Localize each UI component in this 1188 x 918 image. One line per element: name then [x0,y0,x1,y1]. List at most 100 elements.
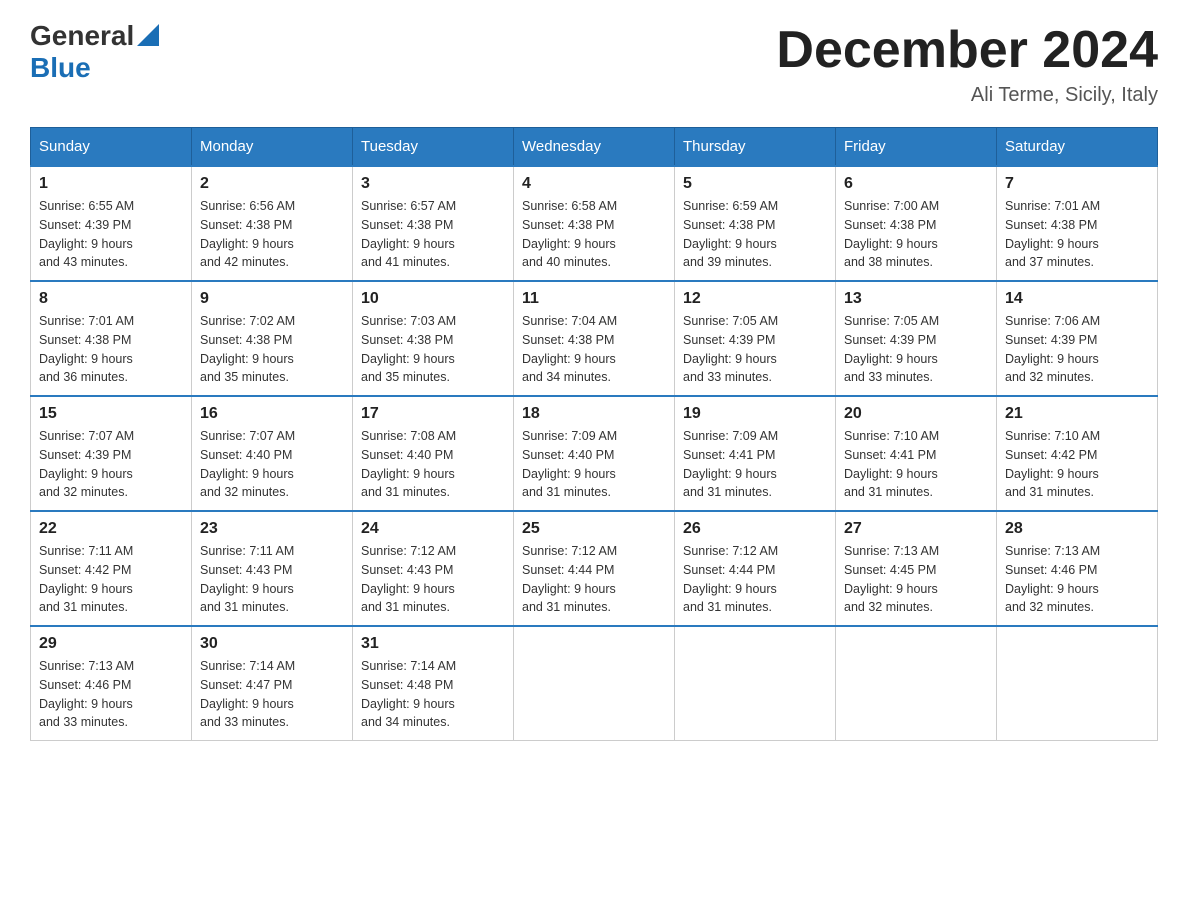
calendar-cell [997,626,1158,741]
calendar-week-4: 22Sunrise: 7:11 AMSunset: 4:42 PMDayligh… [31,511,1158,626]
day-info: Sunrise: 7:02 AMSunset: 4:38 PMDaylight:… [200,312,344,387]
day-info: Sunrise: 7:03 AMSunset: 4:38 PMDaylight:… [361,312,505,387]
day-info: Sunrise: 7:11 AMSunset: 4:43 PMDaylight:… [200,542,344,617]
day-number: 18 [522,405,666,423]
day-number: 14 [1005,290,1149,308]
page-header: General Blue December 2024 Ali Terme, Si… [30,20,1158,107]
logo-blue: Blue [30,52,91,83]
day-number: 26 [683,520,827,538]
header-saturday: Saturday [997,128,1158,167]
header-monday: Monday [192,128,353,167]
day-number: 5 [683,175,827,193]
calendar-cell: 23 Sunrise: 7:11 AMSunset: 4:43 PMDayligh… [192,511,353,626]
calendar-week-5: 29Sunrise: 7:13 AMSunset: 4:46 PMDayligh… [31,626,1158,741]
day-number: 15 [39,405,183,423]
day-number: 28 [1005,520,1149,538]
day-info: Sunrise: 7:05 AMSunset: 4:39 PMDaylight:… [683,312,827,387]
calendar-cell: 26 Sunrise: 7:12 AMSunset: 4:44 PMDayligh… [675,511,836,626]
day-number: 8 [39,290,183,308]
day-number: 30 [200,635,344,653]
calendar-cell: 27 Sunrise: 7:13 AMSunset: 4:45 PMDayligh… [836,511,997,626]
day-info: Sunrise: 7:12 AMSunset: 4:44 PMDaylight:… [683,542,827,617]
day-number: 9 [200,290,344,308]
calendar-cell: 8Sunrise: 7:01 AMSunset: 4:38 PMDaylight… [31,281,192,396]
calendar-cell: 21 Sunrise: 7:10 AMSunset: 4:42 PMDayligh… [997,396,1158,511]
calendar-cell: 19Sunrise: 7:09 AMSunset: 4:41 PMDayligh… [675,396,836,511]
header-thursday: Thursday [675,128,836,167]
title-section: December 2024 Ali Terme, Sicily, Italy [776,20,1158,107]
calendar-cell: 13Sunrise: 7:05 AMSunset: 4:39 PMDayligh… [836,281,997,396]
day-info: Sunrise: 6:57 AMSunset: 4:38 PMDaylight:… [361,197,505,272]
calendar-cell: 22Sunrise: 7:11 AMSunset: 4:42 PMDayligh… [31,511,192,626]
day-info: Sunrise: 7:10 AMSunset: 4:41 PMDaylight:… [844,427,988,502]
calendar-cell [675,626,836,741]
calendar-cell: 14 Sunrise: 7:06 AMSunset: 4:39 PMDayligh… [997,281,1158,396]
calendar-cell: 24Sunrise: 7:12 AMSunset: 4:43 PMDayligh… [353,511,514,626]
header-friday: Friday [836,128,997,167]
calendar-cell: 5 Sunrise: 6:59 AMSunset: 4:38 PMDaylight… [675,166,836,281]
logo-triangle-icon [137,24,159,46]
month-title: December 2024 [776,20,1158,80]
day-info: Sunrise: 7:09 AMSunset: 4:41 PMDaylight:… [683,427,827,502]
day-number: 12 [683,290,827,308]
calendar-cell: 30Sunrise: 7:14 AMSunset: 4:47 PMDayligh… [192,626,353,741]
calendar-cell: 28 Sunrise: 7:13 AMSunset: 4:46 PMDayligh… [997,511,1158,626]
calendar-cell: 31 Sunrise: 7:14 AMSunset: 4:48 PMDayligh… [353,626,514,741]
calendar-cell: 11Sunrise: 7:04 AMSunset: 4:38 PMDayligh… [514,281,675,396]
day-number: 16 [200,405,344,423]
day-number: 10 [361,290,505,308]
day-info: Sunrise: 7:13 AMSunset: 4:45 PMDaylight:… [844,542,988,617]
calendar-week-1: 1 Sunrise: 6:55 AMSunset: 4:39 PMDaylight… [31,166,1158,281]
calendar-cell: 6Sunrise: 7:00 AMSunset: 4:38 PMDaylight… [836,166,997,281]
day-info: Sunrise: 7:10 AMSunset: 4:42 PMDaylight:… [1005,427,1149,502]
day-number: 2 [200,175,344,193]
day-info: Sunrise: 7:07 AMSunset: 4:40 PMDaylight:… [200,427,344,502]
day-info: Sunrise: 7:11 AMSunset: 4:42 PMDaylight:… [39,542,183,617]
logo-general: General [30,20,134,52]
day-number: 25 [522,520,666,538]
calendar-cell: 29Sunrise: 7:13 AMSunset: 4:46 PMDayligh… [31,626,192,741]
calendar-cell: 2Sunrise: 6:56 AMSunset: 4:38 PMDaylight… [192,166,353,281]
calendar-cell: 16 Sunrise: 7:07 AMSunset: 4:40 PMDayligh… [192,396,353,511]
calendar-cell: 4 Sunrise: 6:58 AMSunset: 4:38 PMDaylight… [514,166,675,281]
calendar-cell [514,626,675,741]
day-info: Sunrise: 7:01 AMSunset: 4:38 PMDaylight:… [1005,197,1149,272]
day-number: 4 [522,175,666,193]
calendar-cell: 20 Sunrise: 7:10 AMSunset: 4:41 PMDayligh… [836,396,997,511]
location: Ali Terme, Sicily, Italy [776,84,1158,107]
day-info: Sunrise: 7:12 AMSunset: 4:44 PMDaylight:… [522,542,666,617]
day-number: 29 [39,635,183,653]
day-info: Sunrise: 6:59 AMSunset: 4:38 PMDaylight:… [683,197,827,272]
day-number: 27 [844,520,988,538]
calendar-cell: 9 Sunrise: 7:02 AMSunset: 4:38 PMDaylight… [192,281,353,396]
day-info: Sunrise: 6:58 AMSunset: 4:38 PMDaylight:… [522,197,666,272]
day-info: Sunrise: 7:06 AMSunset: 4:39 PMDaylight:… [1005,312,1149,387]
calendar-cell: 3Sunrise: 6:57 AMSunset: 4:38 PMDaylight… [353,166,514,281]
calendar-week-2: 8Sunrise: 7:01 AMSunset: 4:38 PMDaylight… [31,281,1158,396]
day-number: 1 [39,175,183,193]
day-info: Sunrise: 7:00 AMSunset: 4:38 PMDaylight:… [844,197,988,272]
calendar-week-3: 15Sunrise: 7:07 AMSunset: 4:39 PMDayligh… [31,396,1158,511]
header-tuesday: Tuesday [353,128,514,167]
day-number: 21 [1005,405,1149,423]
day-number: 7 [1005,175,1149,193]
day-info: Sunrise: 7:13 AMSunset: 4:46 PMDaylight:… [1005,542,1149,617]
header-wednesday: Wednesday [514,128,675,167]
day-number: 31 [361,635,505,653]
calendar-header-row: SundayMondayTuesdayWednesdayThursdayFrid… [31,128,1158,167]
calendar-cell [836,626,997,741]
day-number: 23 [200,520,344,538]
day-number: 20 [844,405,988,423]
calendar-cell: 7 Sunrise: 7:01 AMSunset: 4:38 PMDaylight… [997,166,1158,281]
header-sunday: Sunday [31,128,192,167]
day-info: Sunrise: 7:14 AMSunset: 4:48 PMDaylight:… [361,657,505,732]
day-number: 13 [844,290,988,308]
calendar-cell: 1 Sunrise: 6:55 AMSunset: 4:39 PMDaylight… [31,166,192,281]
calendar-cell: 17Sunrise: 7:08 AMSunset: 4:40 PMDayligh… [353,396,514,511]
day-number: 11 [522,290,666,308]
day-info: Sunrise: 6:55 AMSunset: 4:39 PMDaylight:… [39,197,183,272]
calendar-cell: 15Sunrise: 7:07 AMSunset: 4:39 PMDayligh… [31,396,192,511]
calendar-cell: 10 Sunrise: 7:03 AMSunset: 4:38 PMDayligh… [353,281,514,396]
calendar-cell: 18Sunrise: 7:09 AMSunset: 4:40 PMDayligh… [514,396,675,511]
day-info: Sunrise: 7:08 AMSunset: 4:40 PMDaylight:… [361,427,505,502]
